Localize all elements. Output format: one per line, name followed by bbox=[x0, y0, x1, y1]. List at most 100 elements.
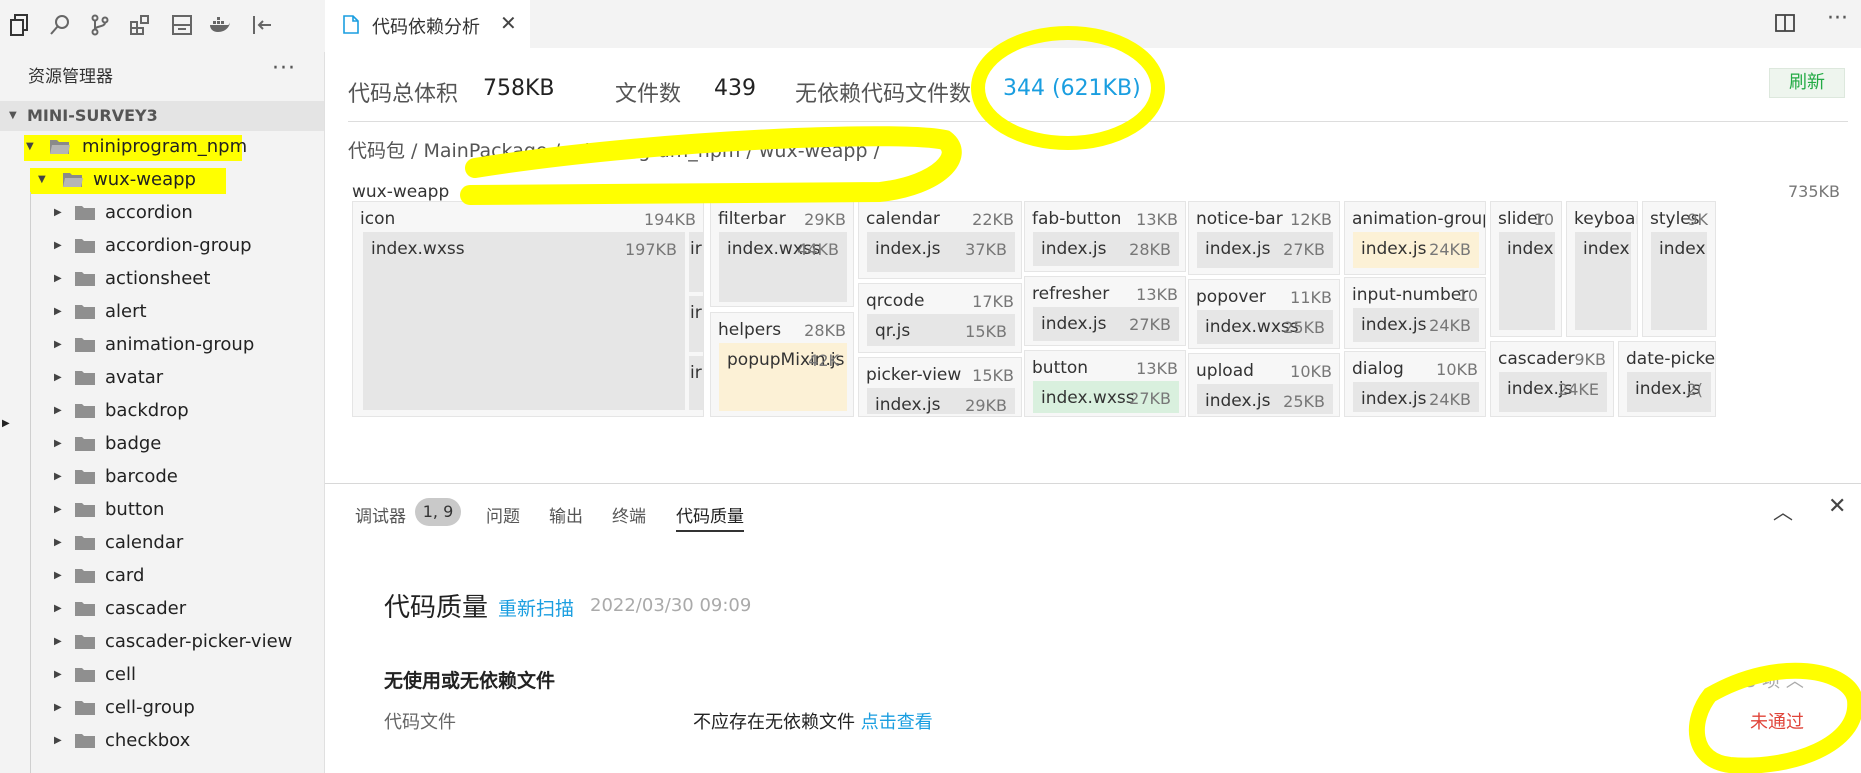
treemap-file[interactable]: index.wxss 44KB bbox=[719, 232, 847, 302]
refresh-button[interactable]: 刷新 bbox=[1769, 68, 1845, 98]
treemap-group-upload[interactable]: upload 10KB index.js 25KB bbox=[1188, 353, 1340, 417]
treemap-file[interactable]: index.js 29KB bbox=[867, 388, 1015, 414]
tree-item-animation-group[interactable]: ▶ animation-group bbox=[0, 329, 324, 362]
treemap-file[interactable]: index.js 24KE bbox=[1499, 372, 1607, 412]
close-icon[interactable]: ✕ bbox=[500, 11, 517, 35]
treemap-group-filterbar[interactable]: filterbar 29KB index.wxss 44KB bbox=[710, 201, 854, 307]
tree-item-badge[interactable]: ▶ badge bbox=[0, 428, 324, 461]
tab-terminal[interactable]: 终端 bbox=[612, 502, 646, 527]
collapse-panel-icon[interactable] bbox=[250, 13, 274, 37]
tree-item-card[interactable]: ▶ card bbox=[0, 560, 324, 593]
breadcrumb[interactable]: 代码包 / MainPackage / miniprogram_npm / wu… bbox=[348, 136, 880, 163]
treemap-group-fab-button[interactable]: fab-button 13KB index.js 28KB bbox=[1024, 201, 1186, 272]
tree-item-checkbox[interactable]: ▶ checkbox bbox=[0, 725, 324, 758]
total-size-value: 758KB bbox=[483, 76, 555, 101]
treemap-group-size: 15KB bbox=[972, 366, 1014, 385]
treemap-group-button[interactable]: button 13KB index.wxss 27KB bbox=[1024, 350, 1186, 417]
tab-dependency-analysis[interactable]: 代码依赖分析 ✕ bbox=[325, 0, 530, 48]
source-control-icon[interactable] bbox=[88, 13, 112, 37]
docker-icon[interactable] bbox=[208, 13, 232, 37]
treemap-file[interactable]: ir bbox=[689, 356, 703, 410]
chevron-right-icon[interactable]: ▶ bbox=[2, 418, 10, 429]
tab-debugger[interactable]: 调试器 bbox=[355, 502, 406, 527]
treemap-group-icon[interactable]: icon 194KB index.wxss 197KB ir ir ir bbox=[352, 201, 704, 417]
tree-item-cell[interactable]: ▶ cell bbox=[0, 659, 324, 692]
treemap-group-picker-view[interactable]: picker-view 15KB index.js 29KB bbox=[858, 357, 1022, 417]
view-link[interactable]: 点击查看 bbox=[861, 712, 933, 733]
item-count[interactable]: 3 项 ︿ bbox=[1745, 667, 1804, 693]
treemap-file-size: 24KB bbox=[1429, 316, 1471, 335]
treemap-file[interactable]: index.js 27KB bbox=[1033, 307, 1179, 341]
treemap-group-dialog[interactable]: dialog 10KB index.js 24KB bbox=[1344, 351, 1486, 417]
tree-item-label: backdrop bbox=[105, 400, 189, 421]
treemap-file[interactable]: index.js 24KB bbox=[1353, 308, 1479, 342]
search-icon[interactable] bbox=[48, 13, 72, 37]
treemap-group-calendar[interactable]: calendar 22KB index.js 37KB bbox=[858, 201, 1022, 279]
tree-item-button[interactable]: ▶ button bbox=[0, 494, 324, 527]
treemap-file[interactable]: index.js 25KB bbox=[1197, 384, 1333, 414]
treemap-file[interactable]: index.wxss 197KB bbox=[363, 232, 685, 410]
tree-item-barcode[interactable]: ▶ barcode bbox=[0, 461, 324, 494]
treemap: wux-weapp 735KB icon 194KB index.wxss 197KB… bbox=[348, 177, 1844, 476]
treemap-group-animation-group[interactable]: animation-group index.js 24KB bbox=[1344, 201, 1486, 275]
tree-item-accordion-group[interactable]: ▶ accordion-group bbox=[0, 230, 324, 263]
treemap-file[interactable]: index.wxss 27KB bbox=[1033, 381, 1179, 413]
tree-item-avatar[interactable]: ▶ avatar bbox=[0, 362, 324, 395]
tree-item-cell-group[interactable]: ▶ cell-group bbox=[0, 692, 324, 725]
tree-item-wux-weapp[interactable]: ▼ wux-weapp bbox=[0, 164, 324, 197]
close-icon[interactable]: ✕ bbox=[1828, 494, 1846, 519]
treemap-file[interactable]: ir bbox=[689, 232, 703, 292]
tree-item-alert[interactable]: ▶ alert bbox=[0, 296, 324, 329]
treemap-file[interactable]: index.js 24KB bbox=[1353, 232, 1479, 268]
more-actions-icon[interactable]: ··· bbox=[1827, 6, 1848, 31]
tab-problems[interactable]: 问题 bbox=[486, 502, 520, 527]
no-dependency-value[interactable]: 344 (621KB) bbox=[1003, 76, 1141, 101]
tree-item-label: card bbox=[105, 565, 145, 586]
treemap-group-qrcode[interactable]: qrcode 17KB qr.js 15KB bbox=[858, 283, 1022, 353]
tab-output[interactable]: 输出 bbox=[549, 502, 583, 527]
treemap-group-popover[interactable]: popover 11KB index.wxss 25KB bbox=[1188, 279, 1340, 349]
treemap-file[interactable]: index.wxss 25KB bbox=[1197, 310, 1333, 344]
treemap-file[interactable]: index.js 28KB bbox=[1033, 232, 1179, 266]
storage-icon[interactable] bbox=[170, 13, 194, 37]
treemap-file[interactable]: index.js 2( bbox=[1627, 372, 1711, 412]
more-actions-icon[interactable]: ··· bbox=[272, 56, 296, 81]
treemap-file-name: index.js bbox=[1205, 391, 1271, 411]
project-header[interactable]: ▼ MINI-SURVEY3 bbox=[0, 101, 324, 131]
tree-item-accordion[interactable]: ▶ accordion bbox=[0, 197, 324, 230]
treemap-file[interactable]: ir bbox=[689, 296, 703, 352]
tree-item-calendar[interactable]: ▶ calendar bbox=[0, 527, 324, 560]
treemap-file[interactable]: index.js 27KB bbox=[1197, 232, 1333, 268]
rescan-link[interactable]: 重新扫描 bbox=[498, 594, 574, 621]
treemap-group-helpers[interactable]: helpers 28KB popupMixin.js 42K bbox=[710, 312, 854, 417]
tree-item-cascader-picker-view[interactable]: ▶ cascader-picker-view bbox=[0, 626, 324, 659]
tree-item-label: actionsheet bbox=[105, 268, 211, 289]
treemap-file[interactable]: index. bbox=[1575, 232, 1631, 330]
tab-code-quality[interactable]: 代码质量 bbox=[676, 502, 744, 527]
chevron-up-icon[interactable]: ︿ bbox=[1773, 496, 1793, 525]
tree-item-backdrop[interactable]: ▶ backdrop bbox=[0, 395, 324, 428]
treemap-file[interactable]: index.js 24KB bbox=[1353, 382, 1479, 412]
treemap-group-notice-bar[interactable]: notice-bar 12KB index.js 27KB bbox=[1188, 201, 1340, 275]
treemap-group-keyboar[interactable]: keyboar index. bbox=[1566, 201, 1638, 337]
treemap-file[interactable]: qr.js 15KB bbox=[867, 314, 1015, 346]
treemap-group-refresher[interactable]: refresher 13KB index.js 27KB bbox=[1024, 276, 1186, 346]
split-editor-icon[interactable] bbox=[1775, 14, 1795, 32]
treemap-file[interactable]: index. bbox=[1651, 232, 1707, 330]
extensions-icon[interactable] bbox=[128, 13, 152, 37]
explorer-icon[interactable] bbox=[8, 13, 32, 37]
tree-item-miniprogram-npm[interactable]: ▼ miniprogram_npm bbox=[0, 131, 324, 164]
treemap-group-name: date-picker bbox=[1626, 349, 1716, 369]
treemap-group-slider[interactable]: slider 10 index. bbox=[1490, 201, 1562, 337]
treemap-group-date-picker[interactable]: date-picker index.js 2( bbox=[1618, 341, 1716, 417]
treemap-group-styles[interactable]: styles 9K index. bbox=[1642, 201, 1716, 337]
tree-item-cascader[interactable]: ▶ cascader bbox=[0, 593, 324, 626]
treemap-group-input-number[interactable]: input-number 10 index.js 24KB bbox=[1344, 277, 1486, 349]
tree-item-label: button bbox=[105, 499, 165, 520]
treemap-file[interactable]: popupMixin.js 42K bbox=[719, 343, 847, 411]
treemap-file[interactable]: index.js 37KB bbox=[867, 232, 1015, 272]
treemap-file[interactable]: index. bbox=[1499, 232, 1555, 330]
treemap-group-cascader[interactable]: cascader 9KB index.js 24KE bbox=[1490, 341, 1614, 417]
tree-item-actionsheet[interactable]: ▶ actionsheet bbox=[0, 263, 324, 296]
active-tab-indicator bbox=[676, 530, 744, 532]
